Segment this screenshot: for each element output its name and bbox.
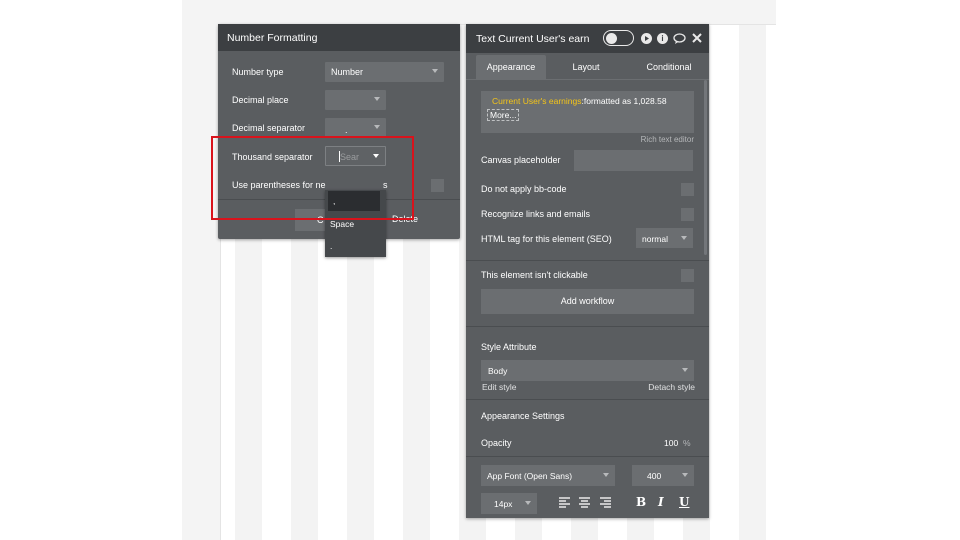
scrollbar[interactable] — [704, 80, 707, 255]
divider — [466, 79, 709, 80]
bold-button[interactable]: B — [636, 495, 646, 509]
html-tag-value: normal — [642, 234, 668, 244]
edit-style-link[interactable]: Edit style — [482, 382, 517, 392]
user-icon — [606, 32, 617, 44]
font-family-value: App Font (Open Sans) — [487, 471, 573, 481]
text-content-editor[interactable]: Current User's earnings:formatted as 1,0… — [481, 91, 694, 133]
font-family-select[interactable]: App Font (Open Sans) — [481, 465, 615, 486]
detach-style-link[interactable]: Detach style — [648, 382, 695, 392]
dynamic-expression[interactable]: Current User's earnings — [492, 96, 582, 106]
font-size-value: 14px — [494, 499, 513, 509]
info-icon[interactable]: i — [657, 33, 668, 44]
chevron-down-icon — [681, 236, 687, 240]
font-size-select[interactable]: 14px — [481, 493, 537, 514]
highlight-box — [211, 136, 414, 220]
decimal-separator-label: Decimal separator — [232, 123, 306, 133]
tab-conditional[interactable]: Conditional — [630, 55, 708, 79]
html-tag-label: HTML tag for this element (SEO) — [481, 234, 612, 244]
chevron-down-icon — [374, 97, 380, 101]
formatted-expression[interactable]: :formatted as 1,028.58 — [582, 96, 667, 106]
number-type-label: Number type — [232, 67, 284, 77]
chevron-down-icon — [432, 69, 438, 73]
parentheses-checkbox[interactable] — [431, 179, 444, 192]
number-type-value: Number — [331, 67, 364, 77]
divider — [466, 326, 709, 327]
align-right-icon[interactable] — [600, 497, 611, 508]
recognize-links-label: Recognize links and emails — [481, 209, 591, 219]
number-formatting-title: Number Formatting — [218, 24, 460, 51]
play-icon[interactable] — [641, 33, 652, 44]
recognize-links-checkbox[interactable] — [681, 208, 694, 221]
decimal-place-select[interactable] — [325, 90, 386, 110]
align-left-icon[interactable] — [559, 497, 570, 508]
canvas-placeholder-input[interactable] — [574, 150, 693, 171]
number-type-select[interactable]: Number — [325, 62, 444, 82]
opacity-value[interactable]: 100 — [664, 438, 678, 448]
italic-button[interactable]: I — [658, 495, 664, 509]
style-select[interactable]: Body — [481, 360, 694, 381]
decimal-separator-value: . — [345, 125, 348, 135]
style-value: Body — [488, 366, 508, 376]
html-tag-select[interactable]: normal — [636, 228, 693, 248]
divider — [466, 456, 709, 457]
canvas-column — [739, 25, 766, 540]
font-weight-value: 400 — [647, 471, 662, 481]
align-center-icon[interactable] — [579, 497, 590, 508]
dropdown-option-period[interactable]: . — [325, 236, 386, 256]
canvas-placeholder-label: Canvas placeholder — [481, 155, 561, 165]
tab-appearance[interactable]: Appearance — [476, 55, 546, 79]
chevron-down-icon — [603, 473, 609, 477]
no-bbcode-label: Do not apply bb-code — [481, 184, 567, 194]
tab-layout[interactable]: Layout — [555, 55, 617, 79]
rich-text-editor-link[interactable]: Rich text editor — [641, 135, 694, 144]
add-workflow-button[interactable]: Add workflow — [481, 289, 694, 314]
chevron-down-icon — [525, 501, 531, 505]
more-link[interactable]: More... — [487, 109, 520, 121]
decimal-separator-select[interactable]: . — [325, 118, 386, 138]
toggle-switch[interactable] — [603, 30, 634, 46]
font-weight-select[interactable]: 400 — [632, 465, 694, 486]
opacity-label: Opacity — [481, 438, 512, 448]
chevron-down-icon — [682, 368, 688, 372]
appearance-settings-heading: Appearance Settings — [481, 411, 565, 421]
style-attribute-label: Style Attribute — [481, 342, 537, 352]
close-icon[interactable] — [692, 33, 702, 45]
property-editor-title: Text Current User's earn — [476, 33, 590, 45]
no-bbcode-checkbox[interactable] — [681, 183, 694, 196]
opacity-unit: % — [683, 438, 691, 448]
tab-bar: Appearance Layout Conditional — [475, 55, 709, 79]
property-editor: Text Current User's earn i Appearance La… — [466, 24, 709, 518]
not-clickable-label: This element isn't clickable — [481, 270, 588, 280]
underline-button[interactable]: U — [679, 495, 689, 509]
comment-icon[interactable] — [673, 33, 686, 46]
divider — [466, 260, 709, 261]
chevron-down-icon — [682, 473, 688, 477]
not-clickable-checkbox[interactable] — [681, 269, 694, 282]
property-editor-header: Text Current User's earn i — [466, 24, 709, 53]
chevron-down-icon — [374, 125, 380, 129]
decimal-place-label: Decimal place — [232, 95, 289, 105]
divider — [466, 399, 709, 400]
editor-stage: Number Formatting Number type Number Dec… — [0, 0, 960, 540]
